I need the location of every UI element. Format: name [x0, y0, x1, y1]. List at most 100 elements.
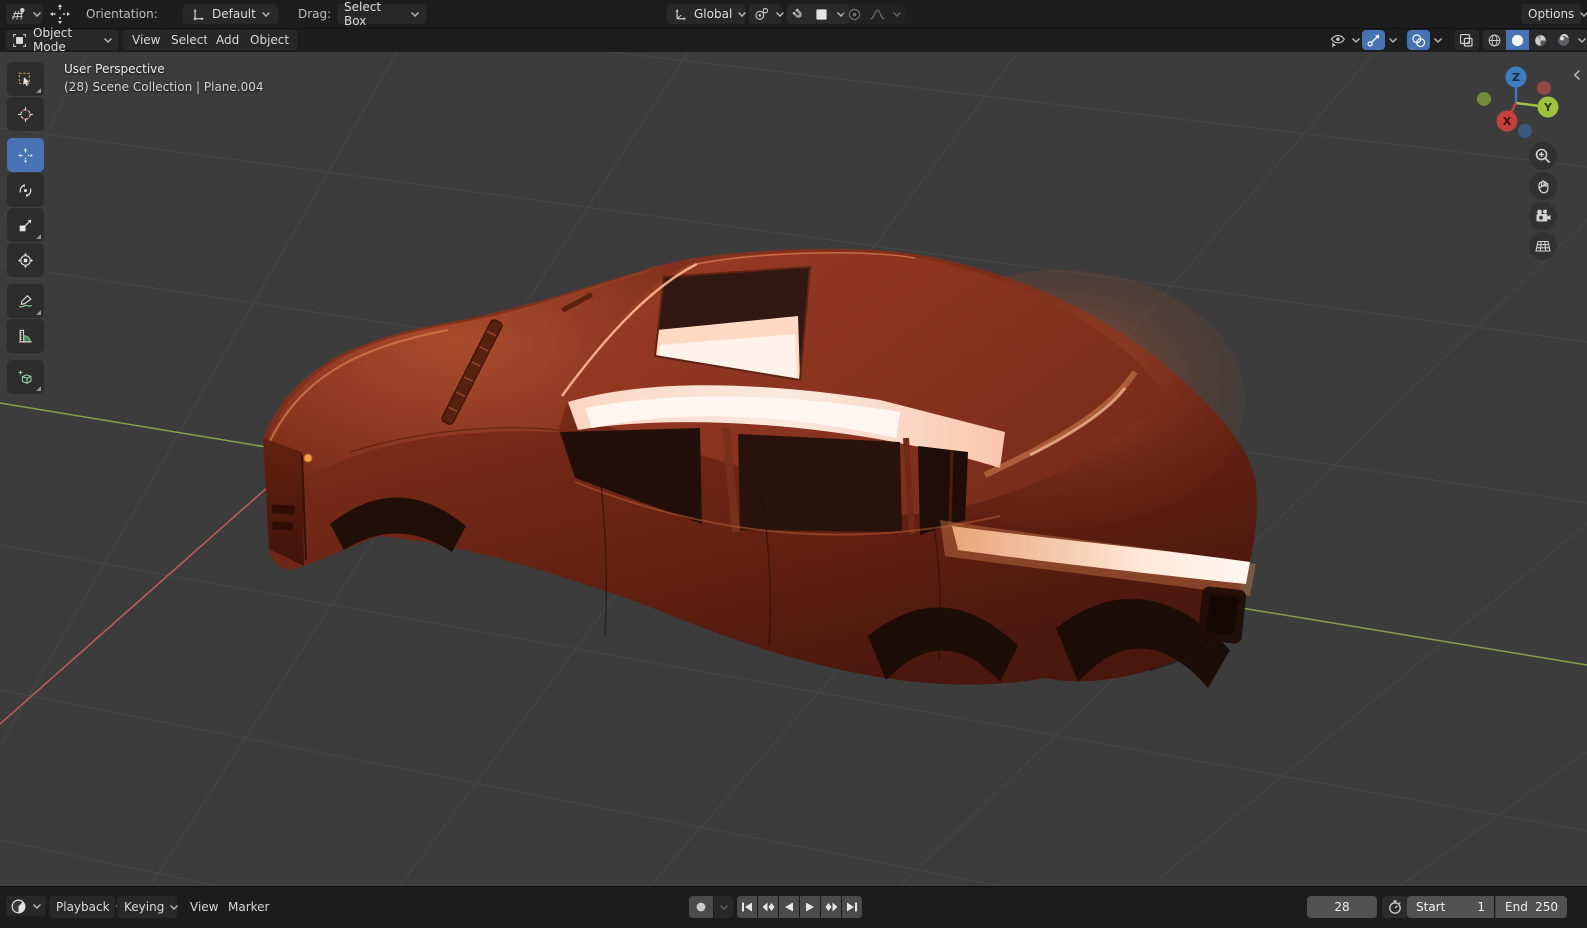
shading-material-icon [1535, 34, 1546, 46]
options-dropdown[interactable]: Options [1521, 4, 1587, 24]
ortho-toggle-button[interactable] [1529, 232, 1557, 260]
shading-mode-group [1483, 30, 1587, 50]
gizmo-axis-x[interactable]: X [1496, 110, 1518, 132]
chevron-down-icon [1577, 37, 1587, 43]
jump-to-start-button[interactable] [737, 896, 757, 918]
shading-solid-button[interactable] [1506, 30, 1529, 50]
show-gizmo-toggle[interactable] [1362, 30, 1385, 50]
camera-view-button[interactable] [1529, 202, 1557, 230]
play-reverse-button[interactable] [779, 896, 799, 918]
viewport-header: Object Mode View Select Add Object [0, 26, 1587, 54]
add-cube-icon [18, 370, 32, 384]
end-value: 250 [1535, 900, 1558, 914]
tool-shelf [7, 62, 44, 395]
chevron-down-icon [170, 904, 179, 910]
start-value: 1 [1477, 900, 1485, 914]
jump-to-end-button[interactable] [842, 896, 862, 918]
play-reverse-icon [785, 902, 793, 912]
object-origin-dot [303, 453, 313, 463]
timeline-menu-marker[interactable]: Marker [219, 897, 278, 917]
options-label: Options [1528, 7, 1575, 21]
proportional-edit-toggle[interactable] [843, 4, 866, 24]
overlays-group [1407, 30, 1446, 50]
shading-settings-dropdown[interactable] [1574, 30, 1587, 50]
tool-annotate[interactable] [7, 284, 44, 318]
proportional-falloff-button[interactable] [866, 4, 889, 24]
tool-move[interactable] [7, 138, 44, 172]
measure-icon [19, 329, 32, 342]
next-keyframe-icon [825, 902, 837, 912]
record-dot-icon [696, 902, 706, 912]
timeline-editor-selector[interactable] [6, 896, 46, 916]
mode-value: Object Mode [33, 26, 73, 54]
next-keyframe-button[interactable] [821, 896, 841, 918]
tool-rotate[interactable] [7, 173, 44, 207]
transform-orientation-dropdown[interactable]: Global [667, 4, 747, 24]
play-icon [806, 902, 814, 912]
start-frame-field[interactable]: Start 1 [1407, 896, 1494, 918]
tool-cursor[interactable] [7, 97, 44, 131]
viewport-3d[interactable]: User Perspective (28) Scene Collection |… [0, 52, 1587, 886]
zoom-button[interactable] [1529, 142, 1557, 170]
orientation-label: Orientation: [86, 7, 158, 21]
snap-target-square-icon [816, 8, 827, 20]
scale-icon [19, 219, 32, 231]
end-frame-field[interactable]: End 250 [1495, 896, 1567, 918]
camera-icon [1536, 209, 1551, 222]
prev-keyframe-icon [762, 902, 774, 912]
gizmo-axis-y[interactable]: Y [1537, 96, 1559, 118]
top-bar: Orientation: Default Drag: Select Box Gl… [0, 0, 1587, 29]
tool-add-cube[interactable] [7, 360, 44, 394]
chevron-down-icon [103, 37, 113, 43]
keying-menu[interactable]: Keying [117, 896, 179, 918]
subtool-indicator [36, 386, 41, 391]
active-object-path: (28) Scene Collection | Plane.004 [64, 80, 264, 94]
show-overlays-toggle[interactable] [1407, 30, 1430, 50]
shading-wireframe-button[interactable] [1483, 30, 1506, 50]
gizmo-x-label: X [1503, 115, 1512, 128]
orientation-dropdown[interactable]: Default [183, 4, 278, 24]
clock-icon [11, 899, 26, 913]
shading-material-button[interactable] [1529, 30, 1552, 50]
mode-dropdown[interactable]: Object Mode [5, 26, 119, 54]
menu-object-label: Object [250, 33, 290, 47]
hand-icon [1538, 180, 1549, 194]
cursor-3d-icon [18, 106, 33, 122]
visibility-dropdown[interactable] [1326, 30, 1364, 50]
gizmo-axis-z[interactable]: Z [1505, 66, 1527, 88]
shading-solid-icon [1511, 34, 1524, 46]
timeline-view-label: View [190, 900, 219, 914]
xray-toggle[interactable] [1455, 30, 1479, 50]
drag-dropdown[interactable]: Select Box [337, 0, 427, 28]
auto-keying-record-button[interactable] [689, 896, 713, 918]
tool-transform[interactable] [7, 243, 44, 277]
tool-measure[interactable] [7, 319, 44, 353]
previous-keyframe-button[interactable] [758, 896, 778, 918]
shading-rendered-button[interactable] [1552, 30, 1574, 50]
snap-target-button[interactable] [810, 4, 833, 24]
tool-select-box[interactable] [7, 62, 44, 96]
chevron-down-icon [892, 11, 902, 17]
editor-type-selector[interactable] [6, 4, 43, 24]
pivot-point-dropdown[interactable] [749, 4, 785, 24]
gizmo-settings-dropdown[interactable] [1385, 30, 1401, 50]
gizmo-axis-y-neg[interactable] [1477, 92, 1491, 106]
play-button[interactable] [800, 896, 820, 918]
sidebar-toggle[interactable] [1570, 66, 1584, 84]
eye-cursor-icon [1330, 34, 1345, 48]
keying-set-dropdown[interactable] [714, 896, 733, 918]
navigation-gizmo[interactable]: Z Y X [1466, 60, 1578, 148]
use-preview-range-toggle[interactable] [1382, 896, 1408, 918]
gizmo-axis-x-neg[interactable] [1537, 81, 1551, 95]
proportional-settings-dropdown[interactable] [889, 4, 905, 24]
menu-object[interactable]: Object [241, 30, 299, 50]
overlays-settings-dropdown[interactable] [1430, 30, 1446, 50]
drag-value: Select Box [344, 0, 382, 28]
tool-scale[interactable] [7, 208, 44, 242]
chevron-left-icon [1573, 69, 1581, 81]
snap-toggle-button[interactable] [787, 4, 810, 24]
gizmo-axis-z-neg[interactable] [1518, 124, 1532, 138]
current-frame-field[interactable]: 28 [1307, 896, 1377, 918]
pan-button[interactable] [1529, 172, 1557, 200]
playback-menu[interactable]: Playback [49, 896, 124, 918]
